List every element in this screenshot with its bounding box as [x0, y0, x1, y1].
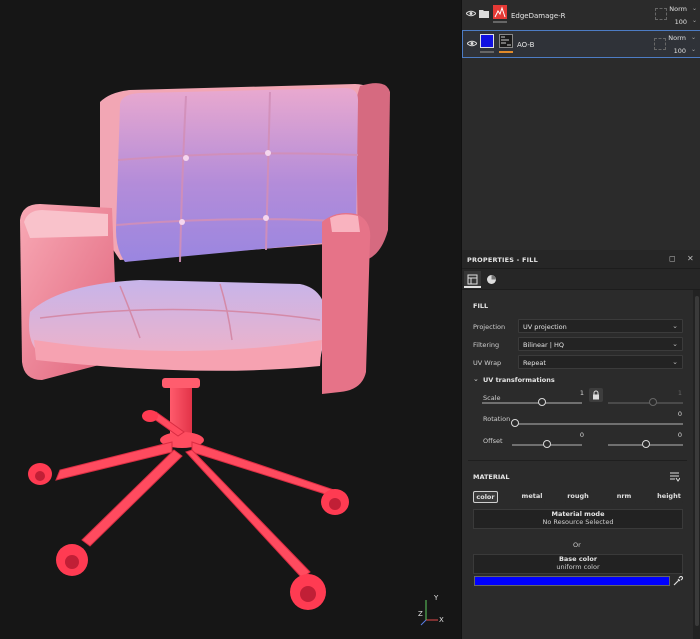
or-separator: Or	[573, 541, 581, 549]
scale-label: Scale	[483, 394, 501, 402]
close-icon[interactable]: ✕	[687, 254, 694, 263]
chevron-down-icon[interactable]: ⌄	[473, 375, 479, 383]
uvwrap-label: UV Wrap	[473, 359, 502, 367]
properties-title: PROPERTIES - FILL	[467, 256, 538, 264]
opacity-value[interactable]: 100	[675, 18, 687, 26]
mask-thumbnail[interactable]	[499, 34, 513, 48]
scale-slider-knob[interactable]	[538, 398, 546, 406]
channel-rough-button[interactable]: rough	[565, 491, 591, 503]
axis-x-label: X	[439, 616, 444, 624]
layer-row-ao[interactable]: AO-B Norm ⌄ 100 ⌄	[462, 30, 700, 58]
offset-slider-knob-2[interactable]	[641, 440, 650, 448]
material-options-icon[interactable]	[670, 472, 680, 482]
projection-label: Projection	[473, 323, 506, 331]
axis-y-label: Y	[434, 594, 439, 602]
properties-tabs	[462, 269, 700, 290]
properties-panel: PROPERTIES - FILL ◻ ✕ FILL Projection UV…	[462, 250, 700, 639]
uvwrap-value: Repeat	[523, 359, 546, 367]
base-color-subtitle: uniform color	[556, 563, 600, 571]
channel-color-button[interactable]: color	[473, 491, 498, 503]
scale-slider-knob-2[interactable]	[649, 398, 657, 406]
layer-stack: EdgeDamage-R Norm ⌄ 100 ⌄ AO-B Norm ⌄ 10…	[462, 0, 700, 248]
chevron-down-icon[interactable]: ⌄	[692, 17, 697, 24]
mask-slot[interactable]	[654, 38, 666, 50]
chevron-down-icon: ⌄	[672, 358, 678, 366]
folder-icon	[479, 10, 489, 18]
layer-bar	[493, 21, 507, 23]
scale-value[interactable]: 1	[564, 389, 584, 397]
filtering-value: Bilinear | HQ	[523, 341, 564, 349]
settings-grid-icon	[467, 274, 478, 285]
layer-name: AO-B	[517, 41, 535, 49]
properties-header: PROPERTIES - FILL ◻ ✕	[462, 250, 700, 269]
scale-slider[interactable]	[482, 402, 582, 404]
rotation-slider-knob[interactable]	[511, 419, 519, 427]
axis-gizmo: Y Z X	[418, 594, 446, 626]
properties-scrollbar[interactable]	[693, 290, 700, 639]
scrollbar-thumb[interactable]	[695, 296, 699, 626]
chevron-down-icon[interactable]: ⌄	[691, 34, 696, 41]
mask-slot[interactable]	[655, 8, 667, 20]
layer-bar	[480, 51, 494, 53]
fill-section-title: FILL	[473, 302, 489, 310]
blend-mode[interactable]: Norm	[669, 5, 687, 13]
layer-name: EdgeDamage-R	[511, 12, 566, 20]
rotation-value[interactable]: 0	[662, 410, 682, 418]
offset-value-2[interactable]: 0	[662, 431, 682, 439]
offset-slider-knob[interactable]	[543, 440, 551, 448]
blend-mode[interactable]: Norm	[668, 34, 686, 42]
channel-nrm-button[interactable]: nrm	[612, 491, 636, 503]
material-mode-title: Material mode	[551, 510, 605, 518]
lock-icon[interactable]	[589, 388, 603, 402]
rotation-slider[interactable]	[515, 423, 683, 425]
tab-material[interactable]	[483, 271, 500, 288]
channel-metal-button[interactable]: metal	[519, 491, 545, 503]
offset-label: Offset	[483, 437, 503, 445]
eye-icon[interactable]	[467, 40, 477, 47]
material-mode-subtitle: No Resource Selected	[542, 518, 614, 526]
offset-value[interactable]: 0	[564, 431, 584, 439]
channel-height-button[interactable]: height	[655, 491, 683, 503]
right-panel: EdgeDamage-R Norm ⌄ 100 ⌄ AO-B Norm ⌄ 10…	[461, 0, 700, 639]
base-color-swatch[interactable]	[474, 576, 670, 586]
chevron-down-icon[interactable]: ⌄	[691, 46, 696, 53]
opacity-value[interactable]: 100	[674, 47, 686, 55]
uv-transformations-title[interactable]: UV transformations	[483, 376, 555, 384]
axis-z-label: Z	[418, 610, 423, 618]
fill-layer-thumbnail	[480, 34, 494, 48]
uvwrap-dropdown[interactable]: Repeat ⌄	[518, 355, 683, 369]
material-section-title: MATERIAL	[473, 473, 510, 481]
undock-icon[interactable]: ◻	[669, 254, 676, 263]
chevron-down-icon[interactable]: ⌄	[692, 5, 697, 12]
rotation-label: Rotation	[483, 415, 511, 423]
eye-icon[interactable]	[466, 10, 476, 17]
tab-fill-settings[interactable]	[464, 271, 481, 288]
properties-body: FILL Projection UV projection ⌄ Filterin…	[462, 290, 693, 639]
filtering-label: Filtering	[473, 341, 500, 349]
projection-value: UV projection	[523, 323, 567, 331]
projection-dropdown[interactable]: UV projection ⌄	[518, 319, 683, 333]
layer-thumbnail	[493, 5, 507, 19]
3d-viewport[interactable]: Y Z X	[0, 0, 461, 639]
layer-row-edgedamage[interactable]: EdgeDamage-R Norm ⌄ 100 ⌄	[462, 1, 700, 29]
base-color-button[interactable]: Base color uniform color	[473, 554, 683, 574]
chair-render	[20, 83, 390, 610]
base-color-title: Base color	[558, 555, 598, 563]
chevron-down-icon: ⌄	[672, 322, 678, 330]
material-sphere-icon	[487, 275, 496, 284]
scale-slider-2[interactable]	[608, 402, 683, 404]
chevron-down-icon: ⌄	[672, 340, 678, 348]
eyedropper-icon[interactable]	[673, 576, 683, 586]
filtering-dropdown[interactable]: Bilinear | HQ ⌄	[518, 337, 683, 351]
divider	[468, 460, 687, 461]
mask-bar	[499, 51, 513, 53]
scale-value-2[interactable]: 1	[662, 389, 682, 397]
material-mode-button[interactable]: Material mode No Resource Selected	[473, 509, 683, 529]
